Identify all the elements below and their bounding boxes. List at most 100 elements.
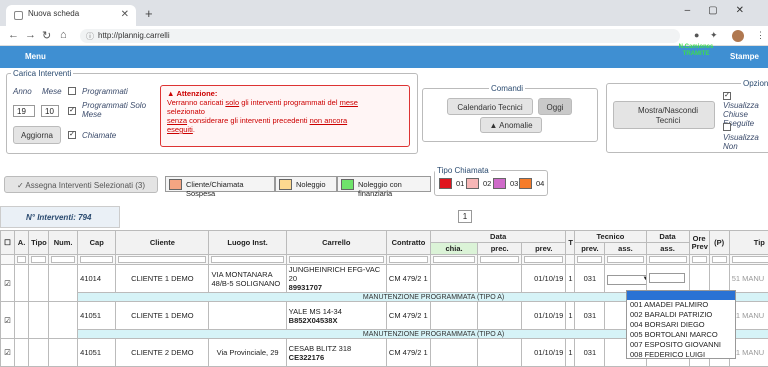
dropdown-option[interactable]: 005 BORTOLANI MARCO <box>627 330 735 340</box>
filter-cell[interactable] <box>78 255 116 265</box>
page-number[interactable]: 1 <box>458 210 472 223</box>
filter-cell[interactable] <box>689 255 709 265</box>
dropdown-selected-blank[interactable] <box>627 291 735 300</box>
cell-tecnico-ass[interactable]: ▼ <box>605 265 646 293</box>
filter-cell[interactable] <box>49 255 78 265</box>
filter-cell[interactable] <box>729 255 768 265</box>
filter-input[interactable] <box>31 256 46 263</box>
filter-input[interactable] <box>118 256 206 263</box>
cell-data-ass[interactable] <box>646 265 689 293</box>
filter-input[interactable] <box>480 256 519 263</box>
col-carrello[interactable]: Carrello <box>286 231 386 255</box>
tecnico-select[interactable]: ▼ <box>607 275 646 285</box>
filter-cell[interactable] <box>478 255 522 265</box>
chiamate-checkbox[interactable]: ✓ <box>68 131 76 139</box>
oggi-button[interactable]: Oggi <box>538 98 572 115</box>
new-tab-icon[interactable]: + <box>145 6 153 21</box>
filter-input[interactable] <box>289 256 384 263</box>
col-contratto[interactable]: Contratto <box>386 231 430 255</box>
dropdown-option[interactable]: 002 BARALDI PATRIZIO <box>627 310 735 320</box>
anno-input[interactable]: 19 <box>13 105 35 117</box>
filter-cell[interactable] <box>116 255 209 265</box>
row-checkbox[interactable]: ☑ <box>1 302 15 339</box>
menu-link[interactable]: Menu <box>25 52 46 61</box>
window-controls[interactable]: –▢✕ <box>685 5 762 16</box>
prog-solo-mese-checkbox[interactable]: ✓ <box>68 107 76 115</box>
mese-input[interactable]: 10 <box>41 105 59 117</box>
filter-input[interactable] <box>577 256 602 263</box>
col-data-ass[interactable]: ass. <box>646 243 689 255</box>
browser-tab[interactable]: Nuova scheda ✕ <box>6 5 136 26</box>
col-ore-prev[interactable]: Ore Prev <box>689 231 709 255</box>
filter-input[interactable] <box>389 256 428 263</box>
programmati-checkbox[interactable] <box>68 87 76 95</box>
col-a[interactable]: A. <box>15 231 29 255</box>
extension-icon[interactable]: ● <box>694 30 699 40</box>
visualizza-non-checkbox[interactable] <box>723 123 731 131</box>
filter-cell[interactable] <box>386 255 430 265</box>
back-icon[interactable]: ← <box>8 29 19 41</box>
cell-ore[interactable] <box>689 265 709 293</box>
select-all-checkbox[interactable]: ☐ <box>1 231 15 255</box>
filter-cell[interactable] <box>575 255 605 265</box>
calendario-tecnici-button[interactable]: Calendario Tecnici <box>447 98 533 115</box>
reload-icon[interactable]: ↻ <box>42 29 51 42</box>
row-checkbox[interactable]: ☑ <box>1 339 15 367</box>
filter-input[interactable] <box>692 256 707 263</box>
data-ass-input[interactable] <box>649 273 685 283</box>
row-checkbox[interactable]: ☑ <box>1 265 15 302</box>
col-luogo[interactable]: Luogo Inst. <box>209 231 286 255</box>
col-t[interactable]: T <box>566 231 575 255</box>
mostra-nascondi-tecnici-button[interactable]: Mostra/Nascondi Tecnici <box>613 101 715 129</box>
filter-input[interactable] <box>433 256 475 263</box>
filter-input[interactable] <box>607 256 643 263</box>
col-tipo[interactable]: Tipo <box>29 231 49 255</box>
dropdown-option[interactable]: 001 AMADEI PALMIRO <box>627 300 735 310</box>
col-tip[interactable]: Tip <box>729 231 768 255</box>
filter-input[interactable] <box>649 256 687 263</box>
tecnico-dropdown-list[interactable]: 001 AMADEI PALMIRO 002 BARALDI PATRIZIO … <box>626 290 736 359</box>
profile-avatar[interactable] <box>732 30 744 42</box>
dropdown-option[interactable]: 004 BORSARI DIEGO <box>627 320 735 330</box>
col-prec[interactable]: prec. <box>478 243 522 255</box>
aggiorna-button[interactable]: Aggiorna <box>13 126 61 144</box>
col-tecnico-ass[interactable]: ass. <box>605 243 646 255</box>
filter-cell[interactable] <box>646 255 689 265</box>
filter-cell[interactable] <box>709 255 729 265</box>
filter-input[interactable] <box>211 256 283 263</box>
table-row[interactable]: ☑ 41014 CLIENTE 1 DEMO VIA MONTANARA 48/… <box>1 265 768 293</box>
filter-cell[interactable] <box>605 255 646 265</box>
filter-input[interactable] <box>712 256 727 263</box>
filter-cell[interactable] <box>15 255 29 265</box>
cell-p[interactable] <box>709 265 729 293</box>
visualizza-chiuse-checkbox[interactable]: ✓ <box>723 92 731 100</box>
more-menu-icon[interactable]: ⋮ <box>756 30 765 41</box>
cell-tip[interactable]: 51 MANU <box>729 265 768 293</box>
col-tecnico-prev[interactable]: prev. <box>575 243 605 255</box>
puzzle-icon[interactable]: ✦ <box>710 30 718 41</box>
filter-input[interactable] <box>51 256 75 263</box>
filter-input[interactable] <box>80 256 113 263</box>
filter-input[interactable] <box>17 256 26 263</box>
filter-input[interactable] <box>524 256 563 263</box>
filter-cell[interactable] <box>286 255 386 265</box>
home-icon[interactable]: ⌂ <box>60 29 67 41</box>
filter-cell[interactable] <box>209 255 286 265</box>
col-prev[interactable]: prev. <box>522 243 566 255</box>
dropdown-option[interactable]: 007 ESPOSITO GIOVANNI <box>627 340 735 350</box>
assegna-interventi-button[interactable]: ✓ Assegna Interventi Selezionati (3) <box>4 176 158 193</box>
col-cap[interactable]: Cap <box>78 231 116 255</box>
col-cliente[interactable]: Cliente <box>116 231 209 255</box>
close-tab-icon[interactable]: ✕ <box>121 9 129 20</box>
col-num[interactable]: Num. <box>49 231 78 255</box>
forward-icon[interactable]: → <box>25 29 36 41</box>
col-chia[interactable]: chia. <box>431 243 478 255</box>
col-p[interactable]: (P) <box>709 231 729 255</box>
url-input[interactable]: ⓘ http://plannig.carrelli <box>80 29 680 43</box>
anomalie-button[interactable]: ▲ Anomalie <box>480 117 542 133</box>
filter-cell[interactable] <box>29 255 49 265</box>
stampe-link[interactable]: Stampe <box>730 52 759 61</box>
filter-cell[interactable] <box>522 255 566 265</box>
filter-input[interactable] <box>732 256 768 263</box>
filter-cell[interactable] <box>431 255 478 265</box>
